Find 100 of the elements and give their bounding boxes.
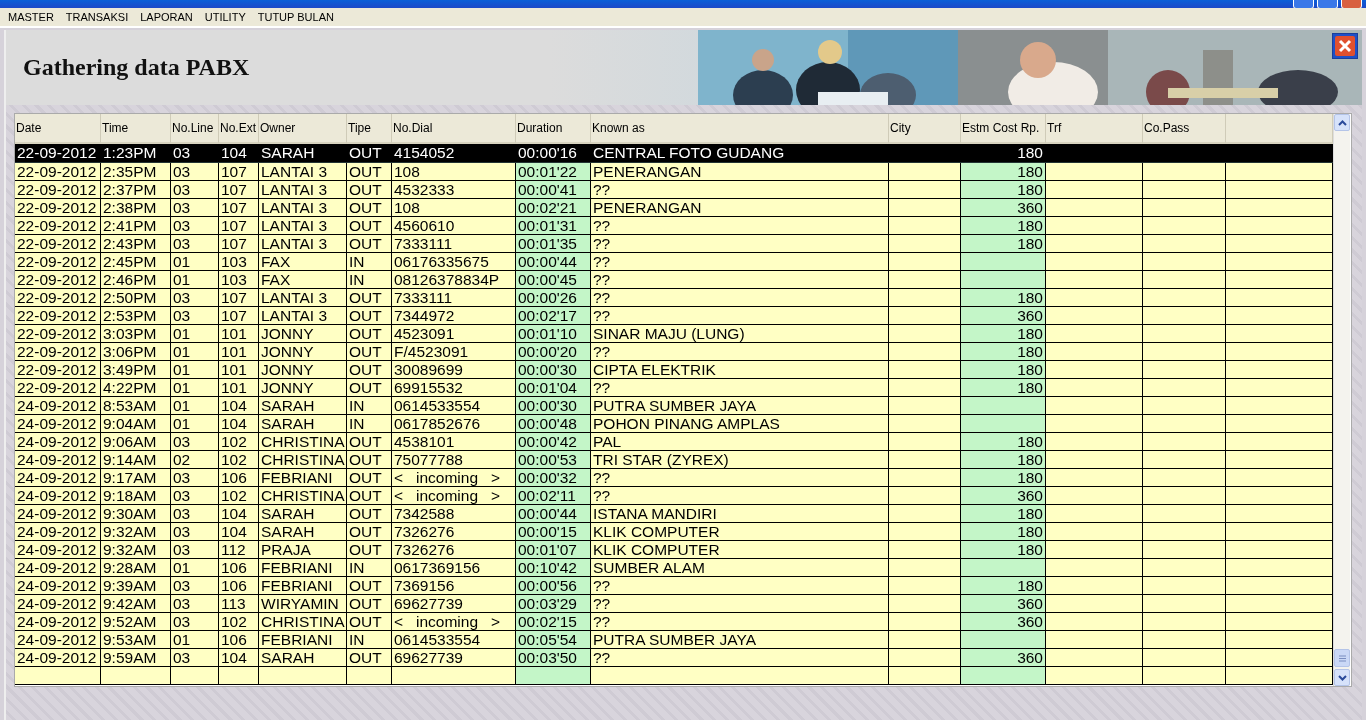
column-header[interactable]: No.Line — [171, 114, 219, 144]
column-header[interactable]: Co.Pass — [1143, 114, 1226, 144]
table-row[interactable]: 24-09-2012 9:52AM 03 102 CHRISTINA OUT < incoming > 00:02'15 ?? 360 — [15, 613, 1333, 631]
menu-item[interactable]: TUTUP BULAN — [251, 11, 340, 23]
scroll-thumb[interactable] — [1334, 649, 1350, 667]
table-row[interactable]: 24-09-2012 9:39AM 03 106 FEBRIANI OUT 7369156 00:00'56 ?? 180 — [15, 577, 1333, 595]
table-cell: 1:23PM — [101, 144, 171, 162]
table-cell: 22-09-2012 — [15, 271, 101, 289]
column-header[interactable]: No.Dial — [392, 114, 516, 144]
table-row[interactable]: 22-09-2012 4:22PM 01 101 JONNY OUT 69915532 00:01'04 ?? 180 — [15, 379, 1333, 397]
menu-item[interactable]: TRANSAKSI — [59, 11, 135, 23]
column-header[interactable]: No.Ext — [219, 114, 259, 144]
table-cell: 4532333 — [392, 181, 516, 199]
table-row[interactable]: 22-09-2012 2:45PM 01 103 FAX IN 06176335675 00:00'44 ?? — [15, 253, 1333, 271]
table-cell — [889, 649, 961, 667]
table-cell: 7326276 — [392, 541, 516, 559]
table-row[interactable]: 22-09-2012 2:35PM 03 107 LANTAI 3 OUT 108 00:01'22 PENERANGAN 180 — [15, 163, 1333, 181]
close-button[interactable] — [1332, 33, 1358, 59]
table-cell: ?? — [591, 307, 889, 325]
table-cell: SARAH — [259, 415, 347, 433]
menu-item[interactable]: LAPORAN — [134, 11, 199, 23]
table-cell: KLIK COMPUTER — [591, 523, 889, 541]
table-row[interactable]: 24-09-2012 9:18AM 03 102 CHRISTINA OUT < incoming > 00:02'11 ?? 360 — [15, 487, 1333, 505]
table-cell: 22-09-2012 — [15, 379, 101, 397]
table-cell: 180 — [961, 469, 1046, 487]
table-cell: 3:03PM — [101, 325, 171, 343]
table-cell — [219, 667, 259, 685]
table-cell: 9:14AM — [101, 451, 171, 469]
column-header[interactable]: Known as — [591, 114, 889, 144]
table-row[interactable]: 22-09-2012 2:37PM 03 107 LANTAI 3 OUT 4532333 00:00'41 ?? 180 — [15, 181, 1333, 199]
table-row[interactable]: 22-09-2012 2:41PM 03 107 LANTAI 3 OUT 4560610 00:01'31 ?? 180 — [15, 217, 1333, 235]
table-row[interactable]: 24-09-2012 8:53AM 01 104 SARAH IN 0614533554 00:00'30 PUTRA SUMBER JAYA — [15, 397, 1333, 415]
table-cell: 03 — [171, 144, 219, 162]
column-header[interactable]: Tipe — [347, 114, 392, 144]
table-row[interactable]: 22-09-2012 2:46PM 01 103 FAX IN 08126378834P 00:00'45 ?? — [15, 271, 1333, 289]
table-cell: 02 — [171, 451, 219, 469]
column-header[interactable]: Estm Cost Rp. — [961, 114, 1046, 144]
table-cell: PENERANGAN — [591, 199, 889, 217]
table-row[interactable]: 24-09-2012 9:32AM 03 112 PRAJA OUT 7326276 00:01'07 KLIK COMPUTER 180 — [15, 541, 1333, 559]
table-cell: 9:28AM — [101, 559, 171, 577]
table-cell: LANTAI 3 — [259, 289, 347, 307]
table-row[interactable]: 22-09-2012 1:23PM 03 104 SARAH OUT 4154052 00:00'16 CENTRAL FOTO GUDANG 180 — [15, 144, 1333, 163]
table-cell: 08126378834P — [392, 271, 516, 289]
table-cell: 102 — [219, 433, 259, 451]
table-cell: 00:01'04 — [516, 379, 591, 397]
column-header[interactable]: Time — [101, 114, 171, 144]
table-cell: 106 — [219, 577, 259, 595]
table-row[interactable]: 24-09-2012 9:53AM 01 106 FEBRIANI IN 0614533554 00:05'54 PUTRA SUMBER JAYA — [15, 631, 1333, 649]
table-row[interactable]: 22-09-2012 2:50PM 03 107 LANTAI 3 OUT 7333111 00:00'26 ?? 180 — [15, 289, 1333, 307]
table-row[interactable]: 24-09-2012 9:42AM 03 113 WIRYAMIN OUT 69627739 00:03'29 ?? 360 — [15, 595, 1333, 613]
table-row[interactable] — [15, 667, 1333, 685]
table-cell: 00:00'48 — [516, 415, 591, 433]
table-cell: 0617852676 — [392, 415, 516, 433]
table-cell: 00:02'17 — [516, 307, 591, 325]
table-row[interactable]: 22-09-2012 3:03PM 01 101 JONNY OUT 4523091 00:01'10 SINAR MAJU (LUNG) 180 — [15, 325, 1333, 343]
column-header[interactable]: Owner — [259, 114, 347, 144]
menu-item[interactable]: UTILITY — [198, 11, 252, 23]
table-cell: SUMBER ALAM — [591, 559, 889, 577]
scroll-up-button[interactable] — [1334, 114, 1350, 131]
table-cell: 2:37PM — [101, 181, 171, 199]
table-cell: OUT — [347, 307, 392, 325]
table-row[interactable]: 22-09-2012 3:49PM 01 101 JONNY OUT 30089699 00:00'30 CIPTA ELEKTRIK 180 — [15, 361, 1333, 379]
table-cell: 9:17AM — [101, 469, 171, 487]
table-cell: 102 — [219, 451, 259, 469]
menu-item[interactable]: MASTER — [2, 11, 60, 23]
table-cell: 107 — [219, 289, 259, 307]
table-row[interactable]: 24-09-2012 9:17AM 03 106 FEBRIANI OUT < incoming > 00:00'32 ?? 180 — [15, 469, 1333, 487]
table-cell: 104 — [219, 144, 259, 162]
table-row[interactable]: 22-09-2012 3:06PM 01 101 JONNY OUT F/4523091 00:00'20 ?? 180 — [15, 343, 1333, 361]
table-cell: 01 — [171, 361, 219, 379]
table-row[interactable]: 22-09-2012 2:53PM 03 107 LANTAI 3 OUT 7344972 00:02'17 ?? 360 — [15, 307, 1333, 325]
scroll-bar[interactable] — [1333, 114, 1350, 686]
table-cell: 00:02'21 — [516, 199, 591, 217]
table-cell: 0614533554 — [392, 397, 516, 415]
table-cell: 03 — [171, 595, 219, 613]
table-cell — [889, 577, 961, 595]
table-cell: JONNY — [259, 361, 347, 379]
table-cell: 00:00'53 — [516, 451, 591, 469]
column-header[interactable]: Date — [15, 114, 101, 144]
table-cell: LANTAI 3 — [259, 181, 347, 199]
table-cell: 03 — [171, 163, 219, 181]
table-row[interactable]: 24-09-2012 9:06AM 03 102 CHRISTINA OUT 4538101 00:00'42 PAL 180 — [15, 433, 1333, 451]
table-row[interactable]: 24-09-2012 9:32AM 03 104 SARAH OUT 7326276 00:00'15 KLIK COMPUTER 180 — [15, 523, 1333, 541]
table-row[interactable]: 24-09-2012 9:04AM 01 104 SARAH IN 0617852676 00:00'48 POHON PINANG AMPLAS — [15, 415, 1333, 433]
table-row[interactable]: 22-09-2012 2:38PM 03 107 LANTAI 3 OUT 108 00:02'21 PENERANGAN 360 — [15, 199, 1333, 217]
column-header[interactable]: Trf — [1046, 114, 1143, 144]
table-cell: 00:01'31 — [516, 217, 591, 235]
scroll-down-button[interactable] — [1334, 669, 1350, 686]
table-row[interactable]: 24-09-2012 9:30AM 03 104 SARAH OUT 7342588 00:00'44 ISTANA MANDIRI 180 — [15, 505, 1333, 523]
table-cell: 01 — [171, 325, 219, 343]
table-row[interactable]: 24-09-2012 9:28AM 01 106 FEBRIANI IN 0617369156 00:10'42 SUMBER ALAM — [15, 559, 1333, 577]
table-row[interactable]: 22-09-2012 2:43PM 03 107 LANTAI 3 OUT 7333111 00:01'35 ?? 180 — [15, 235, 1333, 253]
column-header[interactable]: City — [889, 114, 961, 144]
table-cell — [889, 397, 961, 415]
form-title: Gathering data PABX — [22, 54, 251, 81]
table-cell — [889, 541, 961, 559]
table-cell: 101 — [219, 379, 259, 397]
table-row[interactable]: 24-09-2012 9:14AM 02 102 CHRISTINA OUT 75077788 00:00'53 TRI STAR (ZYREX) 180 — [15, 451, 1333, 469]
table-row[interactable]: 24-09-2012 9:59AM 03 104 SARAH OUT 69627739 00:03'50 ?? 360 — [15, 649, 1333, 667]
column-header[interactable]: Duration — [516, 114, 591, 144]
